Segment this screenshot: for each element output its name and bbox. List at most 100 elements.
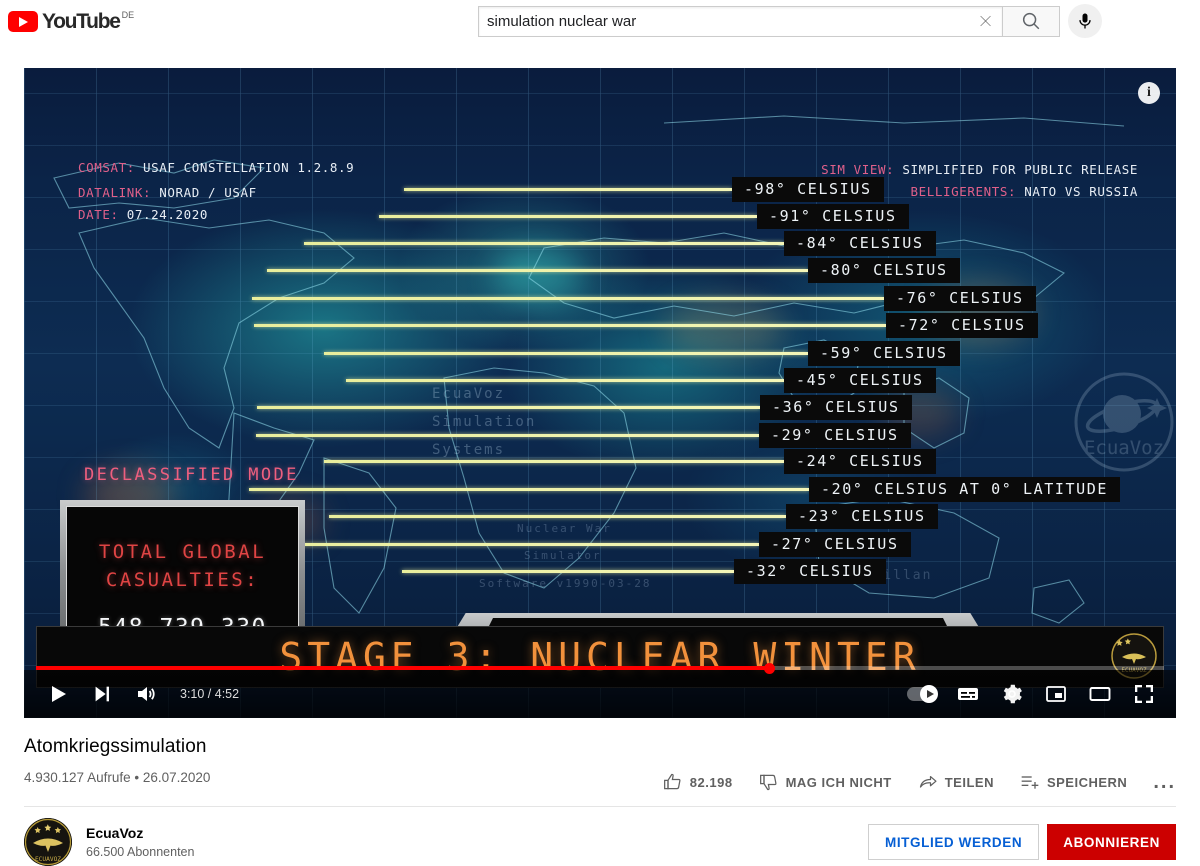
hud-comsat: COMSAT: USAF CONSTELLATION 1.2.8.9 xyxy=(78,160,355,175)
video-frame: COMSAT: USAF CONSTELLATION 1.2.8.9 DATAL… xyxy=(24,68,1176,718)
channel-name[interactable]: EcuaVoz xyxy=(86,825,194,841)
temperature-label: -98° CELSIUS xyxy=(732,176,884,202)
autoplay-pill xyxy=(907,685,938,703)
latitude-line xyxy=(257,405,760,409)
fullscreen-button[interactable] xyxy=(1122,670,1166,718)
player-controls: 3:10 / 4:52 xyxy=(24,663,1176,718)
more-actions-button[interactable]: ... xyxy=(1153,771,1176,793)
temperature-readout: -24° CELSIUS xyxy=(324,448,936,474)
play-button[interactable] xyxy=(36,670,80,718)
temperature-label: -32° CELSIUS xyxy=(734,558,886,584)
casualty-title-line1: TOTAL GLOBAL xyxy=(98,541,267,564)
volume-icon xyxy=(138,687,155,701)
temperature-readout: -84° CELSIUS xyxy=(304,230,936,256)
temperature-readout: -45° CELSIUS xyxy=(346,367,936,393)
svg-text:EcuaVoz: EcuaVoz xyxy=(1084,437,1164,459)
player-controls-right xyxy=(902,670,1166,718)
thumbs-down-icon xyxy=(759,774,777,791)
youtube-logo[interactable]: YouTube DE xyxy=(8,7,134,34)
theater-mode-icon xyxy=(1089,687,1111,701)
search-area xyxy=(478,4,1102,38)
thumbs-up-icon xyxy=(663,773,681,790)
search-submit-button[interactable] xyxy=(1002,5,1060,37)
dislike-button[interactable]: MAG ICH NICHT xyxy=(759,772,892,792)
ecuavoz-watermark-logo: EcuaVoz xyxy=(1074,372,1174,472)
temperature-label: -59° CELSIUS xyxy=(808,340,960,366)
temperature-label: -91° CELSIUS xyxy=(757,203,909,229)
avatar[interactable]: ECUAVOZ xyxy=(24,818,72,866)
search-input[interactable] xyxy=(479,6,970,36)
latitude-line xyxy=(304,241,784,245)
temperature-label: -36° CELSIUS xyxy=(760,394,912,420)
more-icon: ... xyxy=(1153,771,1176,793)
progress-knob[interactable] xyxy=(764,663,776,674)
youtube-play-icon xyxy=(8,11,38,32)
temperature-readout: -32° CELSIUS xyxy=(402,558,886,584)
voice-search-button[interactable] xyxy=(1068,4,1102,38)
latitude-line xyxy=(402,569,734,573)
player-controls-left: 3:10 / 4:52 xyxy=(36,670,239,718)
info-icon[interactable]: i xyxy=(1138,82,1160,104)
autoplay-toggle[interactable] xyxy=(902,670,942,718)
temperature-label: -27° CELSIUS xyxy=(759,531,911,557)
miniplayer-button[interactable] xyxy=(1034,670,1078,718)
next-track-icon xyxy=(95,686,109,702)
save-button[interactable]: SPEICHERN xyxy=(1020,772,1127,792)
close-icon xyxy=(980,15,991,27)
latitude-line xyxy=(252,296,884,300)
theater-mode-button[interactable] xyxy=(1078,670,1122,718)
share-icon xyxy=(919,775,937,788)
share-label: TEILEN xyxy=(944,774,994,790)
channel-buttons: MITGLIED WERDEN ABONNIEREN xyxy=(867,824,1176,860)
gear-icon xyxy=(1003,684,1022,704)
microphone-icon xyxy=(1079,13,1091,29)
temperature-label: -76° CELSIUS xyxy=(884,285,1036,311)
temperature-label: -72° CELSIUS xyxy=(886,312,1038,338)
subtitles-button[interactable] xyxy=(946,670,990,718)
latitude-line xyxy=(324,459,784,463)
search-box[interactable] xyxy=(478,5,1002,37)
save-label: SPEICHERN xyxy=(1046,774,1128,790)
next-video-button[interactable] xyxy=(80,670,124,718)
hud-date: DATE: 07.24.2020 xyxy=(78,207,209,222)
temperature-readout: -59° CELSIUS xyxy=(324,340,960,366)
casualty-title: TOTAL GLOBAL CASUALTIES: xyxy=(99,539,266,594)
subscriber-count: 66.500 Abonnenten xyxy=(86,845,195,859)
temperature-readout: -72° CELSIUS xyxy=(254,312,1038,338)
temperature-readout: -20° CELSIUS AT 0° LATITUDE xyxy=(249,476,1121,502)
temperature-readout: -80° CELSIUS xyxy=(267,257,960,283)
svg-text:ECUAVOZ: ECUAVOZ xyxy=(35,856,61,863)
join-membership-button[interactable]: MITGLIED WERDEN xyxy=(867,824,1040,860)
temperature-label: -45° CELSIUS xyxy=(784,367,936,393)
latitude-line xyxy=(267,268,808,272)
volume-button[interactable] xyxy=(124,670,168,718)
temperature-readout: -29° CELSIUS xyxy=(256,422,911,448)
latitude-line xyxy=(329,514,786,518)
search-icon xyxy=(1022,12,1040,30)
miniplayer-icon xyxy=(1046,686,1066,702)
video-actions: 82.198 MAG ICH NICHT TEILEN SPEICHERN ..… xyxy=(637,772,1176,792)
clear-search-button[interactable] xyxy=(970,7,1002,36)
save-icon xyxy=(1021,776,1039,789)
subscribe-button[interactable]: ABONNIEREN xyxy=(1047,824,1176,860)
latitude-line xyxy=(256,433,759,437)
temperature-readout: -98° CELSIUS xyxy=(404,176,884,202)
time-display: 3:10 / 4:52 xyxy=(180,687,240,701)
temperature-label: -29° CELSIUS xyxy=(759,422,911,448)
channel-row: ECUAVOZ EcuaVoz 66.500 Abonnenten MITGLI… xyxy=(24,818,1176,866)
like-button[interactable]: 82.198 xyxy=(663,772,733,792)
latitude-line xyxy=(254,323,886,327)
temperature-readout: -36° CELSIUS xyxy=(257,394,912,420)
share-button[interactable]: TEILEN xyxy=(918,772,994,792)
like-count: 82.198 xyxy=(689,774,733,790)
latitude-line xyxy=(259,542,759,546)
subtitles-icon xyxy=(958,688,978,700)
settings-button[interactable] xyxy=(990,670,1034,718)
temperature-label: -84° CELSIUS xyxy=(784,230,936,256)
video-player[interactable]: COMSAT: USAF CONSTELLATION 1.2.8.9 DATAL… xyxy=(24,68,1176,718)
masthead: YouTube DE xyxy=(0,0,1200,42)
temperature-label: -23° CELSIUS xyxy=(786,503,938,529)
temperature-readout: -76° CELSIUS xyxy=(252,285,1036,311)
hud-datalink: DATALINK: NORAD / USAF xyxy=(78,185,257,200)
temperature-label: -80° CELSIUS xyxy=(808,257,960,283)
